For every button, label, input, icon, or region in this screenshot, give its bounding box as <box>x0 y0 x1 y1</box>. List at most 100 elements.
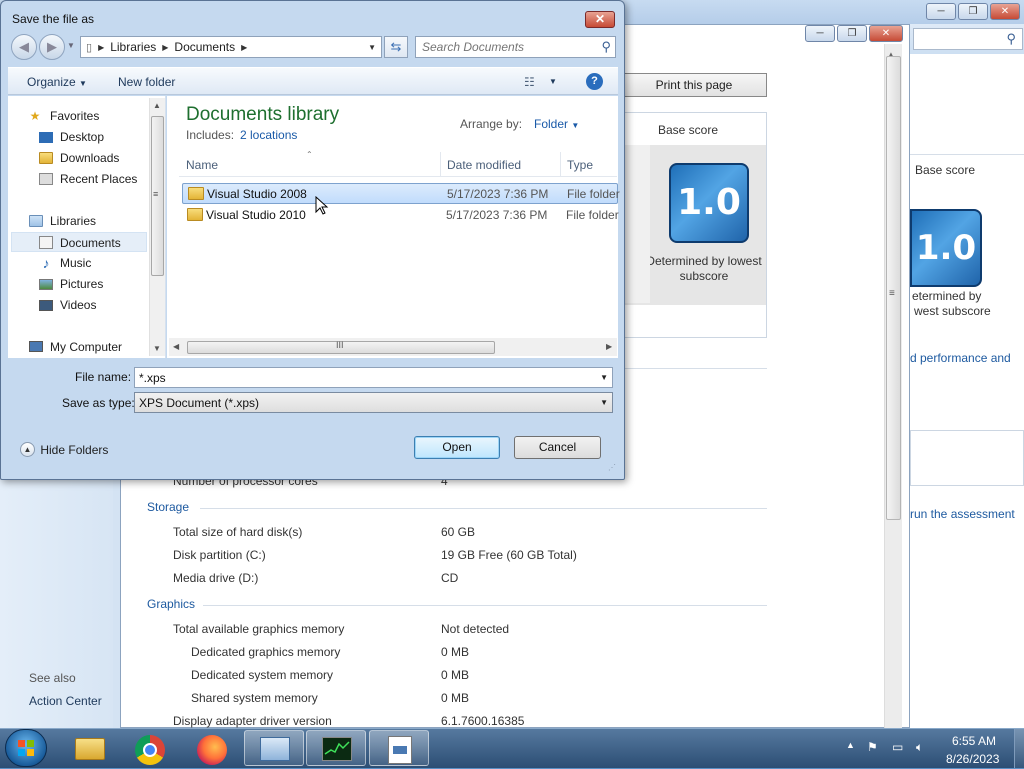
view-dropdown-icon[interactable]: ▼ <box>549 77 557 86</box>
info-value: 0 MB <box>441 691 470 705</box>
action-center-link[interactable]: Action Center <box>29 694 102 708</box>
control-panel-icon <box>260 737 290 761</box>
score-badge: 1.0 <box>669 163 749 243</box>
taskbar-task-manager[interactable] <box>306 730 366 766</box>
open-button[interactable]: Open <box>414 436 500 459</box>
sort-up-icon: ⌃ <box>306 150 313 159</box>
nav-libraries[interactable]: Libraries <box>8 211 148 231</box>
resize-grip-icon[interactable]: ⋰ <box>608 463 616 472</box>
network-icon[interactable]: ▭ <box>892 740 903 754</box>
clock-time[interactable]: 6:55 AM <box>952 734 996 748</box>
xps-document-icon <box>388 736 412 764</box>
back-arrow-icon[interactable]: ◀ <box>11 34 37 60</box>
computer-icon <box>29 341 43 352</box>
nav-label: Videos <box>60 298 97 312</box>
nav-my-computer[interactable]: My Computer <box>8 337 148 357</box>
chevron-down-icon[interactable]: ▼ <box>600 373 608 382</box>
address-dropdown-icon[interactable]: ▼ <box>368 43 376 52</box>
action-center-flag-icon[interactable]: ⚑ <box>867 740 878 754</box>
scrollbar-grip: III <box>336 340 344 350</box>
close-button[interactable]: ✕ <box>990 3 1020 20</box>
info-label: Total size of hard disk(s) <box>173 525 303 539</box>
horizontal-scrollbar-thumb[interactable]: III <box>187 340 495 354</box>
taskbar-file-explorer[interactable] <box>60 730 120 766</box>
library-title: Documents library <box>186 104 340 125</box>
nav-documents[interactable]: Documents <box>11 232 147 252</box>
forward-arrow-icon[interactable]: ▶ <box>39 34 65 60</box>
nav-downloads[interactable]: Downloads <box>8 148 148 168</box>
nav-recent-places[interactable]: Recent Places <box>8 169 148 189</box>
search-box[interactable]: ⚲ <box>415 36 616 58</box>
maximize-button[interactable]: ❐ <box>958 3 988 20</box>
hide-folders-button[interactable]: ▲ Hide Folders <box>20 442 108 460</box>
scroll-left-arrow[interactable]: ◀ <box>173 342 179 351</box>
dialog-title: Save the file as <box>12 12 95 26</box>
nav-label: Desktop <box>60 130 105 144</box>
locations-link[interactable]: 2 locations <box>240 128 297 142</box>
info-value: 6.1.7600.16385 <box>441 714 525 728</box>
info-label: Dedicated graphics memory <box>191 645 341 659</box>
nav-label: Documents <box>60 236 121 250</box>
file-name-field[interactable]: *.xps ▼ <box>134 367 613 388</box>
minimize-button[interactable]: ─ <box>926 3 956 20</box>
column-type[interactable]: Type <box>567 158 593 172</box>
volume-icon[interactable]: 🔈︎ <box>916 740 923 755</box>
search-icon[interactable]: ⚲ <box>601 39 611 55</box>
chevron-down-icon[interactable]: ▼ <box>600 398 608 407</box>
info-label: Dedicated system memory <box>191 668 334 682</box>
organize-button[interactable]: Organize ▼ <box>27 75 87 89</box>
file-row[interactable]: Visual Studio 2010 5/17/2023 7:36 PM Fil… <box>182 205 619 226</box>
dialog-close-button[interactable]: ✕ <box>585 11 615 28</box>
save-as-type-select[interactable]: XPS Document (*.xps) ▼ <box>134 392 613 413</box>
nav-scrollbar[interactable]: ▲ ≡ ▼ <box>149 98 165 356</box>
videos-icon <box>39 300 53 311</box>
address-bar[interactable]: ▯ ▶ Libraries ▶ Documents ▶ ▼ <box>80 36 382 58</box>
cancel-button[interactable]: Cancel <box>514 436 601 459</box>
file-type: File folder <box>567 187 620 201</box>
inner-close-button[interactable]: ✕ <box>869 25 903 42</box>
breadcrumb-documents[interactable]: Documents <box>174 40 235 54</box>
taskbar-firefox[interactable] <box>182 730 242 766</box>
start-button[interactable] <box>5 729 47 767</box>
dialog-toolbar: Organize ▼ New folder ☷ ▼ ? <box>8 67 618 95</box>
vertical-scrollbar[interactable]: ▲ ≡ <box>884 44 902 728</box>
nav-favorites[interactable]: ★ Favorites <box>8 106 148 126</box>
new-folder-button[interactable]: New folder <box>118 75 175 89</box>
performance-link[interactable]: d performance and <box>910 351 1011 365</box>
breadcrumb-libraries[interactable]: Libraries <box>110 40 156 54</box>
right-lowest: west subscore <box>914 304 991 318</box>
nav-label: Favorites <box>50 109 100 123</box>
show-hidden-icons[interactable]: ▲ <box>846 740 855 750</box>
print-page-button[interactable]: Print this page <box>621 73 767 97</box>
pictures-icon <box>39 279 53 290</box>
search-input[interactable] <box>422 40 587 54</box>
nav-videos[interactable]: Videos <box>8 295 148 315</box>
scroll-up-arrow[interactable]: ▲ <box>153 101 161 110</box>
scroll-right-arrow[interactable]: ▶ <box>606 342 612 351</box>
info-value: 0 MB <box>441 645 470 659</box>
inner-maximize-button[interactable]: ❐ <box>837 25 867 42</box>
organize-label: Organize <box>27 75 76 89</box>
nav-desktop[interactable]: Desktop <box>8 127 148 147</box>
clock-date[interactable]: 8/26/2023 <box>946 752 999 766</box>
save-dialog: Save the file as ✕ ◀ ▶ ▼ ▯ ▶ Libraries ▶… <box>0 0 625 480</box>
arrange-by-dropdown[interactable]: Folder ▼ <box>534 117 579 131</box>
rerun-assessment-link[interactable]: run the assessment <box>910 507 1015 521</box>
nav-pictures[interactable]: Pictures <box>8 274 148 294</box>
dialog-titlebar[interactable]: Save the file as ✕ <box>1 1 624 33</box>
refresh-icon[interactable]: ⇆ <box>384 36 408 58</box>
scroll-down-arrow[interactable]: ▼ <box>153 344 161 353</box>
background-search[interactable]: ⚲ <box>913 28 1023 50</box>
show-desktop-button[interactable] <box>1014 729 1024 768</box>
inner-minimize-button[interactable]: ─ <box>805 25 835 42</box>
column-date-modified[interactable]: Date modified <box>447 158 521 172</box>
recent-pages-dropdown[interactable]: ▼ <box>67 41 75 50</box>
file-row[interactable]: Visual Studio 2008 5/17/2023 7:36 PM Fil… <box>182 183 620 204</box>
nav-music[interactable]: ♪ Music <box>8 253 148 273</box>
view-options-icon[interactable]: ☷ <box>524 75 535 89</box>
help-icon[interactable]: ? <box>586 73 603 90</box>
taskbar-control-panel[interactable] <box>244 730 304 766</box>
column-name[interactable]: Name <box>186 158 218 172</box>
taskbar-xps-viewer[interactable] <box>369 730 429 766</box>
taskbar-chrome[interactable] <box>121 730 181 766</box>
